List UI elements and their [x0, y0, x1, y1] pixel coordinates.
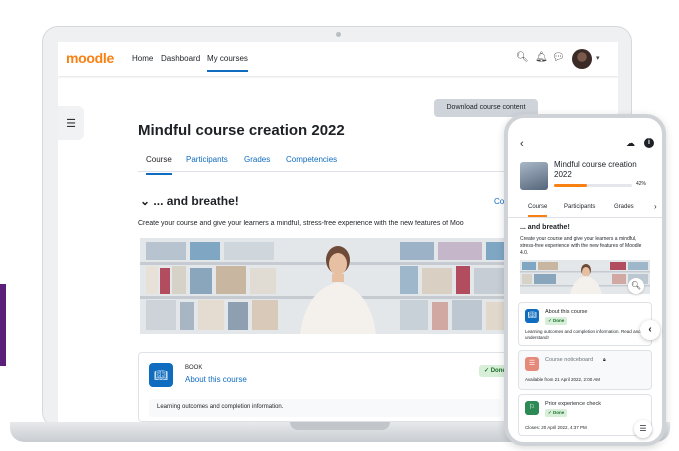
phone-section-description: Create your course and give your learner… [520, 236, 642, 256]
back-arrow-icon[interactable]: ‹ [520, 138, 524, 150]
course-progress-bar [554, 184, 632, 187]
list-icon: ☰ [66, 117, 76, 130]
nav-my-courses[interactable]: My courses [207, 54, 248, 72]
phone-tabs: Course Participants Grades › [508, 198, 662, 218]
activity-type: BOOK [185, 365, 203, 371]
phone-forum-card[interactable]: ☰ Course noticeboard 🔒︎ Available from 2… [518, 350, 652, 390]
accent-bar [0, 284, 6, 366]
moodle-logo[interactable]: moodle [66, 50, 114, 66]
phone-feedback-card[interactable]: ⚐ Prior experience check ✓ Done Closes: … [518, 394, 652, 436]
phone-availability: Available from 21 April 2022, 2:00 AM [525, 377, 600, 382]
activity-link[interactable]: About this course [185, 375, 247, 384]
chevron-right-icon[interactable]: › [654, 202, 657, 211]
collapse-all-link[interactable]: Co [494, 197, 504, 206]
course-thumbnail [520, 162, 548, 190]
phone-frame: ‹ ☁ i Mindful course creation 2022 42% C… [504, 114, 666, 446]
book-icon: 📖︎ [149, 363, 173, 387]
nav-home[interactable]: Home [132, 54, 153, 63]
zoom-search-icon[interactable]: 🔍︎ [628, 278, 644, 294]
phone-activity-name[interactable]: About this course [545, 309, 588, 315]
laptop-notch [290, 422, 390, 430]
phone-section-title: ... and breathe! [520, 224, 570, 231]
phone-course-title: Mindful course creation 2022 [554, 160, 637, 179]
info-icon[interactable]: i [644, 138, 654, 148]
chat-icon[interactable]: 💬︎ [552, 52, 565, 63]
phone-close-date: Closes: 20 April 2022, 4:37 PM [525, 425, 587, 430]
laptop-camera [336, 32, 341, 37]
activity-card[interactable]: 📖︎ BOOK About this course ✓ Done Learnin… [138, 352, 511, 422]
section-description: Create your course and give your learner… [138, 220, 464, 227]
activity-description: Learning outcomes and completion informa… [157, 404, 284, 410]
list-icon: ☰ [639, 424, 647, 433]
stage: moodle Home Dashboard My courses 🔍︎ 🔔︎ 💬… [0, 0, 679, 451]
course-progress-fill [554, 184, 587, 187]
progress-percent: 42% [636, 181, 647, 187]
phone-tab-grades[interactable]: Grades [614, 204, 634, 210]
lock-icon: 🔒︎ [603, 357, 606, 363]
bookshelf-illustration [140, 238, 510, 334]
avatar[interactable] [572, 49, 592, 69]
tab-participants[interactable]: Participants [186, 155, 228, 164]
phone-course-index-button[interactable]: ☰ [634, 420, 652, 438]
chevron-down-icon[interactable]: ⌄ [140, 194, 150, 208]
feedback-icon: ⚐ [525, 401, 539, 415]
drawer-chevron-left-icon[interactable]: ‹ [640, 320, 660, 340]
tab-competencies[interactable]: Competencies [286, 155, 337, 164]
status-badge: ✓ Done [545, 409, 568, 417]
phone-tab-participants[interactable]: Participants [564, 204, 595, 210]
phone-tab-course[interactable]: Course [528, 204, 548, 217]
status-badge: ✓ Done [545, 317, 568, 325]
section-banner-image [140, 238, 510, 334]
nav-dashboard[interactable]: Dashboard [161, 54, 200, 63]
forum-icon: ☰ [525, 357, 539, 371]
activity-description-box: Learning outcomes and completion informa… [149, 399, 501, 417]
book-icon: 📖︎ [525, 309, 539, 323]
phone-activity-card[interactable]: 📖︎ About this course ✓ Done Learning out… [518, 302, 652, 346]
tab-course[interactable]: Course [146, 155, 172, 175]
chevron-down-icon[interactable]: ▾ [596, 54, 600, 62]
search-icon[interactable]: 🔍︎ [516, 52, 529, 63]
tab-grades[interactable]: Grades [244, 155, 270, 164]
phone-feedback-name[interactable]: Prior experience check [545, 401, 601, 407]
section-title[interactable]: ⌄ ... and breathe! [140, 194, 239, 208]
phone-forum-name[interactable]: Course noticeboard [545, 357, 593, 363]
bell-icon[interactable]: 🔔︎ [535, 52, 548, 63]
page-title: Mindful course creation 2022 [138, 122, 345, 139]
phone-activity-description: Learning outcomes and completion informa… [525, 329, 641, 340]
course-index-toggle[interactable]: ☰ [58, 106, 84, 140]
cloud-download-icon[interactable]: ☁ [626, 138, 635, 149]
phone-screen: ‹ ☁ i Mindful course creation 2022 42% C… [508, 118, 662, 442]
navbar: moodle Home Dashboard My courses 🔍︎ 🔔︎ 💬… [58, 42, 618, 76]
